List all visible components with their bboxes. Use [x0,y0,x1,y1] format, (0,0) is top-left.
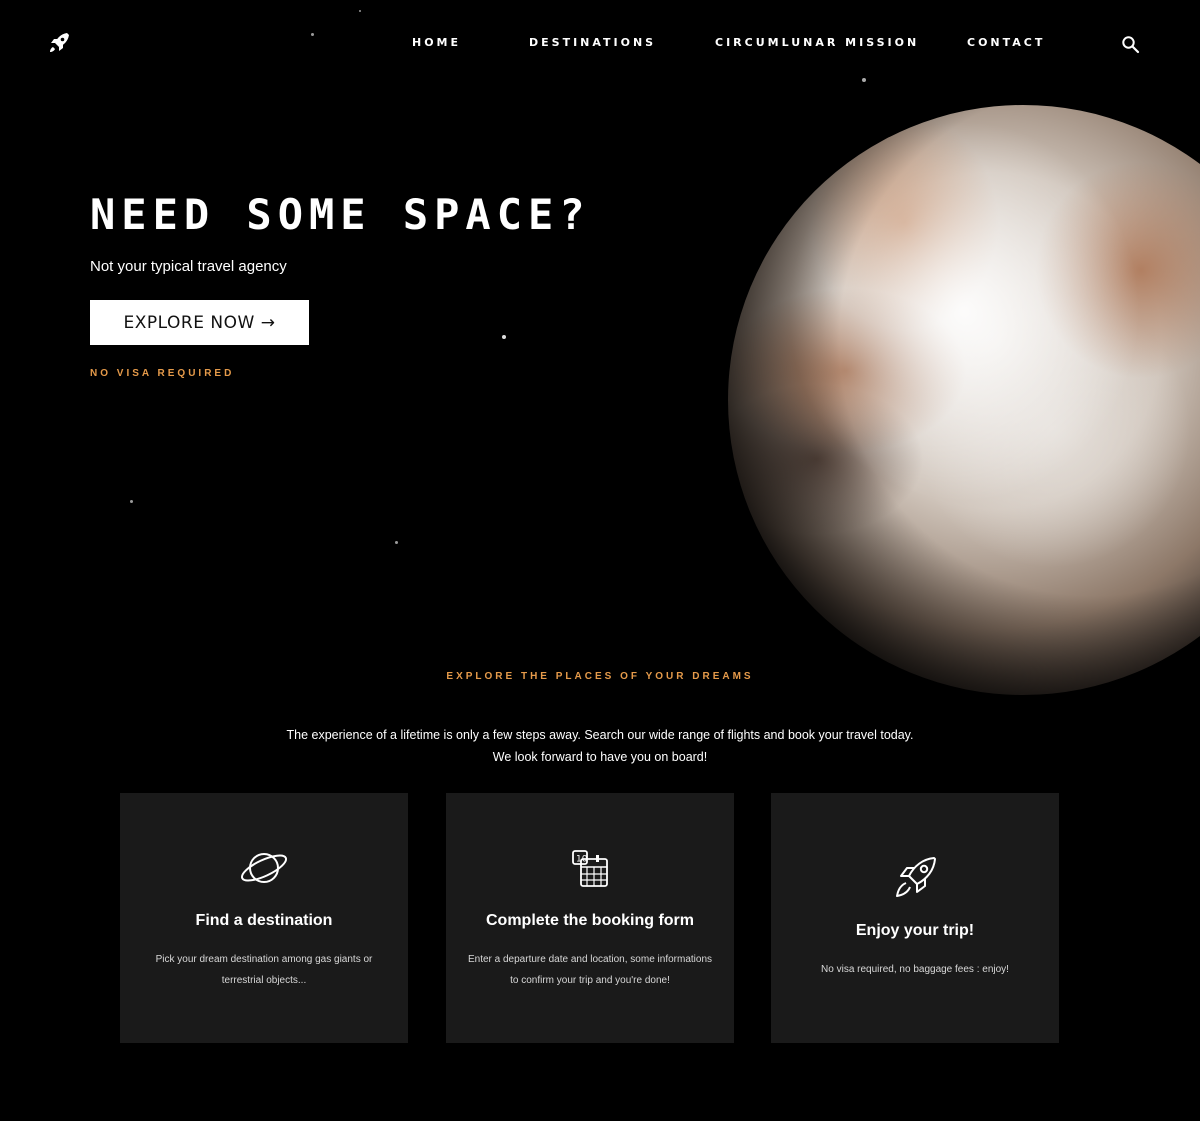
planet-icon [240,853,288,883]
hero-title: NEED SOME SPACE? [90,190,591,239]
card-booking-form: 10 Complete the booking form Enter a dep… [446,793,734,1043]
nav-circumlunar-mission[interactable]: CIRCUMLUNAR MISSION [715,36,919,49]
nav-home[interactable]: HOME [412,36,461,49]
star [862,78,866,82]
card-title: Complete the booking form [486,912,694,929]
search-icon [1122,36,1140,54]
star [395,541,398,544]
section-eyebrow: EXPLORE THE PLACES OF YOUR DREAMS [446,671,754,682]
card-text: Enter a departure date and location, som… [467,954,713,986]
card-enjoy-trip: Enjoy your trip! No visa required, no ba… [771,793,1059,1043]
page: HOME DESTINATIONS CIRCUMLUNAR MISSION CO… [0,0,1200,1121]
section-description: The experience of a lifetime is only a f… [0,724,1200,768]
section-description-line: The experience of a lifetime is only a f… [286,728,914,742]
search-button[interactable] [1120,34,1142,56]
explore-now-button[interactable]: EXPLORE NOW → [90,300,309,345]
hero-subtitle: Not your typical travel agency [90,258,287,275]
card-title: Enjoy your trip! [855,922,975,939]
rocket-icon [896,857,936,897]
card-icon-wrap: 10 [446,848,734,896]
planet-image [728,105,1200,695]
nav-destinations[interactable]: DESTINATIONS [529,36,656,49]
card-icon-wrap [771,853,1059,901]
star [359,10,361,12]
calendar-icon: 10 [572,850,608,887]
card-icon-wrap [120,848,408,896]
star [502,335,506,339]
nav-contact[interactable]: CONTACT [967,36,1045,49]
card-text: Pick your dream destination among gas gi… [155,954,373,986]
card-title: Find a destination [195,912,333,929]
card-text: No visa required, no baggage fees : enjo… [821,964,1009,975]
no-visa-note: NO VISA REQUIRED [90,368,235,379]
section-description-line: We look forward to have you on board! [492,750,708,764]
main-nav: HOME DESTINATIONS CIRCUMLUNAR MISSION CO… [0,36,1200,50]
star [130,500,133,503]
card-find-destination: Find a destination Pick your dream desti… [120,793,408,1043]
